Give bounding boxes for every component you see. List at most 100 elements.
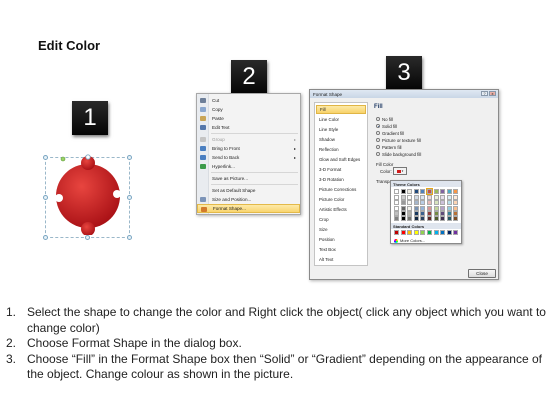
copy-icon <box>200 107 206 112</box>
category-alt-text[interactable]: Alt Text <box>316 255 366 264</box>
theme-color-swatch[interactable] <box>420 216 426 221</box>
category-shadow[interactable]: Shadow <box>316 135 366 144</box>
instruction-item: 3. Choose “Fill” in the Format Shape box… <box>6 352 552 383</box>
theme-color-swatch[interactable] <box>440 216 446 221</box>
theme-color-swatch[interactable] <box>407 216 413 221</box>
fill-color-label: Fill Color <box>376 162 394 167</box>
standard-color-swatch[interactable] <box>400 230 406 235</box>
radio-picture-texture-fill[interactable]: Picture or texture fill <box>376 137 421 143</box>
send-back-icon <box>200 155 206 160</box>
theme-color-swatch[interactable] <box>394 216 399 221</box>
category-list: Fill Line Color Line Style Shadow Reflec… <box>314 102 368 266</box>
instruction-text: Select the shape to change the color and… <box>27 305 546 335</box>
theme-color-swatch[interactable] <box>400 189 406 194</box>
menu-item-group[interactable]: Group ▸ <box>197 135 300 144</box>
category-position[interactable]: Position <box>316 235 366 244</box>
standard-colors-heading: Standard Colors <box>391 223 461 229</box>
radio-pattern-fill[interactable]: Pattern fill <box>376 144 402 150</box>
menu-item-paste[interactable]: Paste <box>197 114 300 123</box>
radio-button[interactable] <box>376 131 380 135</box>
radio-gradient-fill[interactable]: Gradient fill <box>376 130 404 136</box>
standard-color-swatch[interactable] <box>394 230 399 235</box>
dialog-close-button[interactable]: x <box>489 91 496 96</box>
theme-color-swatch[interactable] <box>440 189 446 194</box>
selection-handle[interactable] <box>85 235 90 240</box>
category-crop[interactable]: Crop <box>316 215 366 224</box>
category-line-color[interactable]: Line Color <box>316 115 366 124</box>
menu-item-set-default-shape[interactable]: Set as Default Shape <box>197 186 300 195</box>
instruction-text: Choose “Fill” in the Format Shape box th… <box>27 351 542 382</box>
theme-color-swatch[interactable] <box>413 189 419 194</box>
theme-color-swatch[interactable] <box>427 216 432 221</box>
submenu-arrow-icon: ▸ <box>293 155 296 160</box>
standard-color-swatch[interactable] <box>433 230 439 235</box>
category-picture-color[interactable]: Picture Color <box>316 195 366 204</box>
selection-handle[interactable] <box>127 235 132 240</box>
theme-color-swatch[interactable] <box>413 216 419 221</box>
menu-item-bring-to-front[interactable]: Bring to Front ▸ <box>197 144 300 153</box>
standard-color-swatch[interactable] <box>427 230 432 235</box>
category-3d-rotation[interactable]: 3-D Rotation <box>316 175 366 184</box>
more-colors-option[interactable]: More Colors... <box>394 238 425 243</box>
theme-color-swatch[interactable] <box>453 189 459 194</box>
instruction-item: 1. Select the shape to change the color … <box>6 305 552 336</box>
standard-color-swatch[interactable] <box>440 230 446 235</box>
standard-color-swatch[interactable] <box>453 230 459 235</box>
menu-item-copy[interactable]: Copy <box>197 105 300 114</box>
instruction-text: Choose Format Shape in the dialog box. <box>27 336 242 350</box>
selection-handle[interactable] <box>43 235 48 240</box>
paste-icon <box>200 116 206 121</box>
menu-item-hyperlink[interactable]: Hyperlink... <box>197 162 300 171</box>
radio-solid-fill[interactable]: Solid fill <box>376 123 397 129</box>
theme-color-swatch[interactable] <box>446 189 452 194</box>
context-menu: Cut Copy Paste Edit Text Group ▸ Bring t… <box>196 93 301 215</box>
edit-text-icon <box>200 125 206 130</box>
color-picker-button[interactable]: ▾ <box>393 167 407 175</box>
menu-item-size-position[interactable]: Size and Position... <box>197 195 300 204</box>
radio-button[interactable] <box>376 152 380 156</box>
category-reflection[interactable]: Reflection <box>316 145 366 154</box>
theme-color-swatch[interactable] <box>433 189 439 194</box>
radio-button-selected[interactable] <box>376 124 380 128</box>
theme-color-swatch[interactable] <box>400 216 406 221</box>
close-button[interactable]: Close <box>468 269 496 278</box>
puzzle-shape[interactable] <box>47 145 129 235</box>
radio-slide-background-fill[interactable]: Slide background fill <box>376 151 421 157</box>
instructions-list: 1. Select the shape to change the color … <box>6 305 552 383</box>
menu-item-save-as-picture[interactable]: Save as Picture... <box>197 174 300 183</box>
menu-item-cut[interactable]: Cut <box>197 96 300 105</box>
category-3d-format[interactable]: 3-D Format <box>316 165 366 174</box>
menu-item-send-to-back[interactable]: Send to Back ▸ <box>197 153 300 162</box>
radio-no-fill[interactable]: No fill <box>376 116 393 122</box>
radio-button[interactable] <box>376 145 380 149</box>
fill-heading: Fill <box>374 104 383 110</box>
standard-color-swatch[interactable] <box>407 230 413 235</box>
theme-color-swatch[interactable] <box>407 189 413 194</box>
theme-color-swatch[interactable] <box>433 216 439 221</box>
category-picture-corrections[interactable]: Picture Corrections <box>316 185 366 194</box>
category-line-style[interactable]: Line Style <box>316 125 366 134</box>
standard-color-swatch[interactable] <box>446 230 452 235</box>
theme-color-swatch[interactable] <box>394 189 399 194</box>
category-fill[interactable]: Fill <box>316 105 366 114</box>
submenu-arrow-icon: ▸ <box>293 146 296 151</box>
help-button[interactable]: ? <box>481 91 488 96</box>
theme-color-swatch[interactable] <box>446 216 452 221</box>
submenu-arrow-icon: ▸ <box>293 137 296 142</box>
standard-color-swatch[interactable] <box>420 230 426 235</box>
format-shape-dialog: Format Shape ? x Fill Line Color Line St… <box>309 89 499 280</box>
category-text-box[interactable]: Text Box <box>316 245 366 254</box>
theme-color-swatch[interactable] <box>426 188 433 195</box>
theme-color-swatch[interactable] <box>420 189 426 194</box>
theme-color-swatch[interactable] <box>453 216 459 221</box>
standard-color-swatch[interactable] <box>413 230 419 235</box>
category-artistic-effects[interactable]: Artistic Effects <box>316 205 366 214</box>
menu-item-format-shape[interactable]: Format Shape... <box>197 204 300 213</box>
menu-item-edit-text[interactable]: Edit Text <box>197 123 300 132</box>
paint-bucket-icon <box>396 169 401 173</box>
radio-button[interactable] <box>376 138 380 142</box>
scissors-icon <box>200 98 206 103</box>
radio-button[interactable] <box>376 117 380 121</box>
category-glow-soft-edges[interactable]: Glow and Soft Edges <box>316 155 366 164</box>
category-size[interactable]: Size <box>316 225 366 234</box>
